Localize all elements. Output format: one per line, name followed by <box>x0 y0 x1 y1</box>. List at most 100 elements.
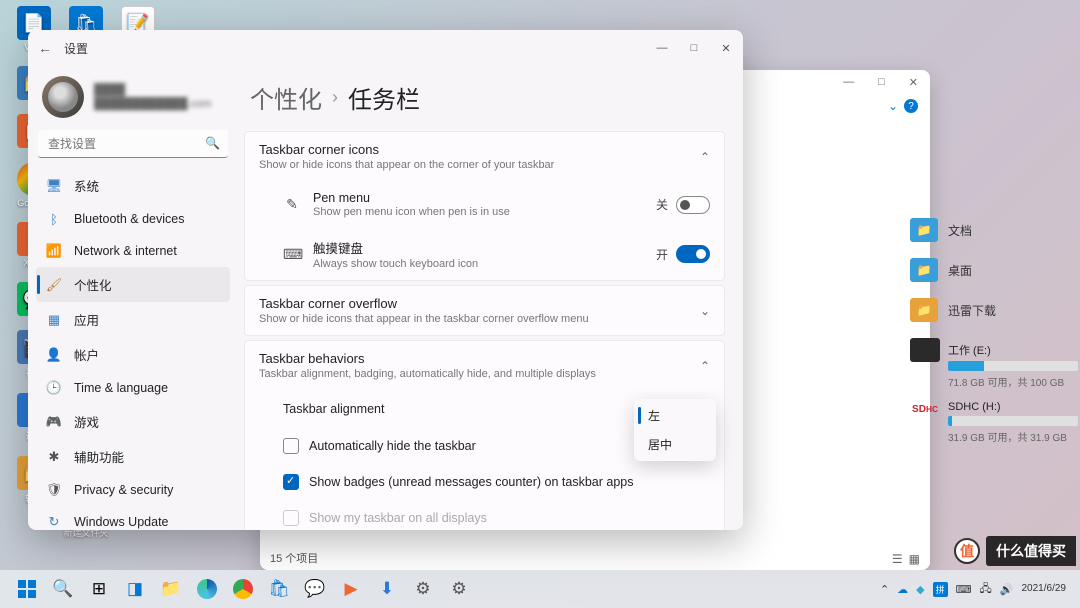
toggle-touch-keyboard[interactable] <box>676 245 710 263</box>
section-behaviors: Taskbar behaviors Taskbar alignment, bad… <box>244 340 725 530</box>
checkbox <box>283 510 299 526</box>
drive-item[interactable]: 工作 (E:) 71.8 GB 可用，共 100 GB <box>910 338 1080 389</box>
help-icon[interactable]: ? <box>904 99 918 113</box>
system-tray[interactable]: ⌃ ☁ ◆ 拼 ⌨ 🖧 🔊 <box>880 580 1014 599</box>
avatar <box>42 76 84 118</box>
xunlei-icon[interactable]: ⬇ <box>370 572 404 606</box>
search-input[interactable] <box>38 130 228 158</box>
section-corner-icons: Taskbar corner icons Show or hide icons … <box>244 131 725 281</box>
task-view-icon[interactable]: ⊞ <box>82 572 116 606</box>
nav-icon: ᛒ <box>46 211 62 227</box>
edge-icon[interactable] <box>190 572 224 606</box>
chevron-down-icon[interactable]: ⌄ <box>888 99 898 113</box>
nav-label: 辅助功能 <box>74 447 124 466</box>
sidebar-item-network-internet[interactable]: 📶Network & internet <box>36 235 230 267</box>
pen-icon: ✎ <box>283 196 301 213</box>
maximize-button[interactable]: □ <box>878 76 885 88</box>
nav-label: 应用 <box>74 310 99 329</box>
close-button[interactable]: ✕ <box>909 76 918 89</box>
wechat-icon[interactable]: 💬 <box>298 572 332 606</box>
nav-icon: 🖥 <box>46 178 62 194</box>
sidebar-item--[interactable]: 👤 帐户 <box>36 337 230 372</box>
tray-chevron-icon[interactable]: ⌃ <box>880 583 889 596</box>
minimize-button[interactable]: — <box>655 42 669 55</box>
chevron-up-icon: ⌃ <box>700 150 710 164</box>
breadcrumb: 个性化 › 任务栏 <box>244 66 725 131</box>
back-button[interactable]: ← <box>38 40 58 56</box>
setting-row-alignment: Taskbar alignment 左 居中 <box>245 390 724 428</box>
nav-label: 帐户 <box>74 345 99 364</box>
chevron-right-icon: › <box>332 87 338 108</box>
watermark-logo: 值 <box>954 538 980 564</box>
dropdown-option-center[interactable]: 居中 <box>636 430 714 459</box>
folder-item[interactable]: 📁文档 <box>910 210 1080 250</box>
maximize-button[interactable]: □ <box>687 42 701 55</box>
sidebar-item-windows-update[interactable]: ↻Windows Update <box>36 506 230 530</box>
section-header[interactable]: Taskbar corner overflow Show or hide ico… <box>245 286 724 335</box>
clock[interactable]: 2021/6/29 <box>1022 583 1071 595</box>
check-row-all-displays: Show my taskbar on all displays <box>245 500 724 530</box>
nav-label: Bluetooth & devices <box>74 212 185 226</box>
minimize-button[interactable]: — <box>843 76 854 88</box>
nav-label: Network & internet <box>74 244 177 258</box>
nav-icon: ▦ <box>46 312 62 328</box>
watermark: 值 什么值得买 <box>954 536 1076 566</box>
ime-icon[interactable]: 拼 <box>933 582 948 597</box>
sidebar-item--[interactable]: 🖥 系统 <box>36 168 230 203</box>
store-icon[interactable]: 🛍 <box>262 572 296 606</box>
start-button[interactable] <box>10 572 44 606</box>
breadcrumb-current: 任务栏 <box>348 80 420 115</box>
nav-icon: 👤 <box>46 347 62 363</box>
checkbox[interactable] <box>283 474 299 490</box>
nav-label: Privacy & security <box>74 483 173 497</box>
widgets-icon[interactable]: ◨ <box>118 572 152 606</box>
sidebar-item--[interactable]: ✱ 辅助功能 <box>36 439 230 474</box>
nav-icon: ✱ <box>46 449 62 465</box>
breadcrumb-parent[interactable]: 个性化 <box>250 80 322 115</box>
drive-item[interactable]: SDHC SDHC (H:) 31.9 GB 可用，共 31.9 GB <box>910 397 1080 444</box>
network-icon[interactable]: 🖧 <box>980 580 992 599</box>
check-row-badges[interactable]: Show badges (unread messages counter) on… <box>245 464 724 500</box>
chevron-down-icon: ⌄ <box>700 304 710 318</box>
onedrive-icon[interactable]: ☁ <box>897 583 908 596</box>
explorer-items: 📁文档 📁桌面 📁迅雷下载 工作 (E:) 71.8 GB 可用，共 100 G… <box>910 210 1080 444</box>
settings-icon[interactable]: ⚙ <box>442 572 476 606</box>
keyboard-icon[interactable]: ⌨ <box>956 583 972 596</box>
settings-sidebar: ████ ████████████.com 🔍 🖥系统ᛒBluetooth & … <box>28 66 238 530</box>
nav-icon: 🛡 <box>46 482 62 498</box>
explorer-icon[interactable]: 📁 <box>154 572 188 606</box>
nav-icon: 🎮 <box>46 414 62 430</box>
app-tray-icon[interactable]: ◆ <box>916 583 924 596</box>
sidebar-item--[interactable]: ▦ 应用 <box>36 302 230 337</box>
sidebar-item--[interactable]: 🎮游戏 <box>36 404 230 439</box>
app-icon[interactable]: ▶ <box>334 572 368 606</box>
volume-icon[interactable]: 🔊 <box>1000 583 1014 596</box>
nav-label: 系统 <box>74 176 99 195</box>
nav-icon: 🕒 <box>46 380 62 396</box>
sidebar-item-bluetooth-devices[interactable]: ᛒ Bluetooth & devices <box>36 203 230 235</box>
sidebar-item--[interactable]: 🖌个性化 <box>36 267 230 302</box>
close-button[interactable]: ✕ <box>719 42 733 55</box>
section-header[interactable]: Taskbar behaviors Taskbar alignment, bad… <box>245 341 724 390</box>
settings-window: ← 设置 — □ ✕ ████ ████████████.com 🔍 🖥系统ᛒB… <box>28 30 743 530</box>
sidebar-item-privacy-security[interactable]: 🛡 Privacy & security <box>36 474 230 506</box>
profile-block[interactable]: ████ ████████████.com <box>36 72 230 130</box>
app-icon[interactable]: ⚙ <box>406 572 440 606</box>
toggle-pen-menu[interactable] <box>676 196 710 214</box>
section-overflow: Taskbar corner overflow Show or hide ico… <box>244 285 725 336</box>
folder-item[interactable]: 📁桌面 <box>910 250 1080 290</box>
status-text: 15 个项目 <box>270 550 318 566</box>
setting-row-pen-menu: ✎ Pen menu Show pen menu icon when pen i… <box>245 181 724 228</box>
view-list-icon[interactable]: ☰ <box>892 552 903 566</box>
chrome-icon[interactable] <box>226 572 260 606</box>
section-header[interactable]: Taskbar corner icons Show or hide icons … <box>245 132 724 181</box>
sidebar-item-time-language[interactable]: 🕒Time & language <box>36 372 230 404</box>
search-icon[interactable]: 🔍 <box>46 572 80 606</box>
checkbox[interactable] <box>283 438 299 454</box>
watermark-text: 什么值得买 <box>986 536 1076 566</box>
view-grid-icon[interactable]: ▦ <box>909 552 920 566</box>
nav-label: 个性化 <box>74 275 112 294</box>
keyboard-icon: ⌨ <box>283 246 301 263</box>
dropdown-option-left[interactable]: 左 <box>636 401 714 430</box>
folder-item[interactable]: 📁迅雷下载 <box>910 290 1080 330</box>
